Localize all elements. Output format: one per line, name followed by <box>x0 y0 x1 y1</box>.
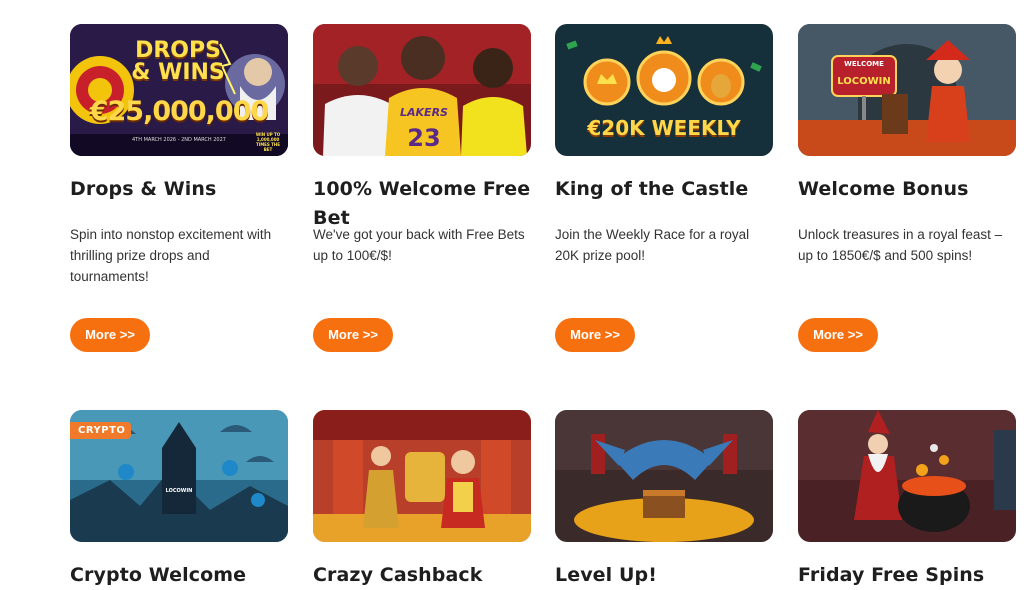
promo-card-drops-wins: DROPS & WINS €25,000,000 4TH MARCH 2026 … <box>70 24 288 352</box>
crypto-welcome-image[interactable]: CRYPTO LOCOWIN <box>70 410 288 542</box>
promo-card-king-of-the-castle: €20K WEEKLY King of the Castle Join the … <box>555 24 773 352</box>
more-button[interactable]: More >> <box>555 318 635 352</box>
more-button[interactable]: More >> <box>70 318 150 352</box>
promo-description: Unlock treasures in a royal feast – up t… <box>798 227 1003 263</box>
promo-card-welcome-bonus: WELCOME LOCOWIN Welcome Bonus Unlock tre… <box>798 24 1016 352</box>
welcome-free-bet-image-jersey: 23 <box>407 124 441 152</box>
promo-card-welcome-free-bet: LAKERS 23 100% Welcome Free Bet We've go… <box>313 24 531 352</box>
welcome-free-bet-image-team: LAKERS <box>400 106 448 119</box>
king-of-the-castle-image[interactable]: €20K WEEKLY <box>555 24 773 156</box>
welcome-bonus-image-brand: LOCOWIN <box>837 76 891 87</box>
promo-description: Spin into nonstop excitement with thrill… <box>70 227 272 284</box>
crypto-welcome-image-brand: LOCOWIN <box>165 488 193 494</box>
promo-title: Welcome Bonus <box>798 178 969 200</box>
drops-wins-image-title: DROPS & WINS <box>131 38 225 85</box>
promo-card-friday-free-spins: Friday Free Spins <box>798 410 1016 590</box>
crypto-badge: CRYPTO <box>70 422 132 439</box>
promo-description: We've got your back with Free Bets up to… <box>313 227 525 263</box>
drops-wins-image[interactable]: DROPS & WINS €25,000,000 4TH MARCH 2026 … <box>70 24 288 156</box>
level-up-image[interactable] <box>555 410 773 542</box>
drops-wins-image-amount: €25,000,000 <box>89 96 270 127</box>
welcome-bonus-image-sign: WELCOME <box>844 60 884 68</box>
promo-title: Level Up! <box>555 564 657 586</box>
king-of-the-castle-image-text: €20K WEEKLY <box>587 116 741 140</box>
more-button[interactable]: More >> <box>798 318 878 352</box>
promo-card-level-up: Level Up! <box>555 410 773 590</box>
promo-title: Crypto Welcome <box>70 564 247 586</box>
promo-title: King of the Castle <box>555 178 749 200</box>
welcome-free-bet-image[interactable]: LAKERS 23 <box>313 24 531 156</box>
friday-free-spins-image[interactable] <box>798 410 1016 542</box>
promo-card-crazy-cashback: Crazy Cashback <box>313 410 531 590</box>
drops-wins-image-badge: WIN UP TO 1,000,000 TIMES THE BET <box>255 132 281 152</box>
promo-title: Drops & Wins <box>70 178 217 200</box>
more-button[interactable]: More >> <box>313 318 393 352</box>
promo-title: Friday Free Spins <box>798 564 985 586</box>
promo-card-crypto-welcome: CRYPTO LOCOWIN Crypto Welcome <box>70 410 288 590</box>
promo-description: Join the Weekly Race for a royal 20K pri… <box>555 227 750 263</box>
crazy-cashback-image[interactable] <box>313 410 531 542</box>
welcome-bonus-image[interactable]: WELCOME LOCOWIN <box>798 24 1016 156</box>
promo-title: Crazy Cashback <box>313 564 483 586</box>
